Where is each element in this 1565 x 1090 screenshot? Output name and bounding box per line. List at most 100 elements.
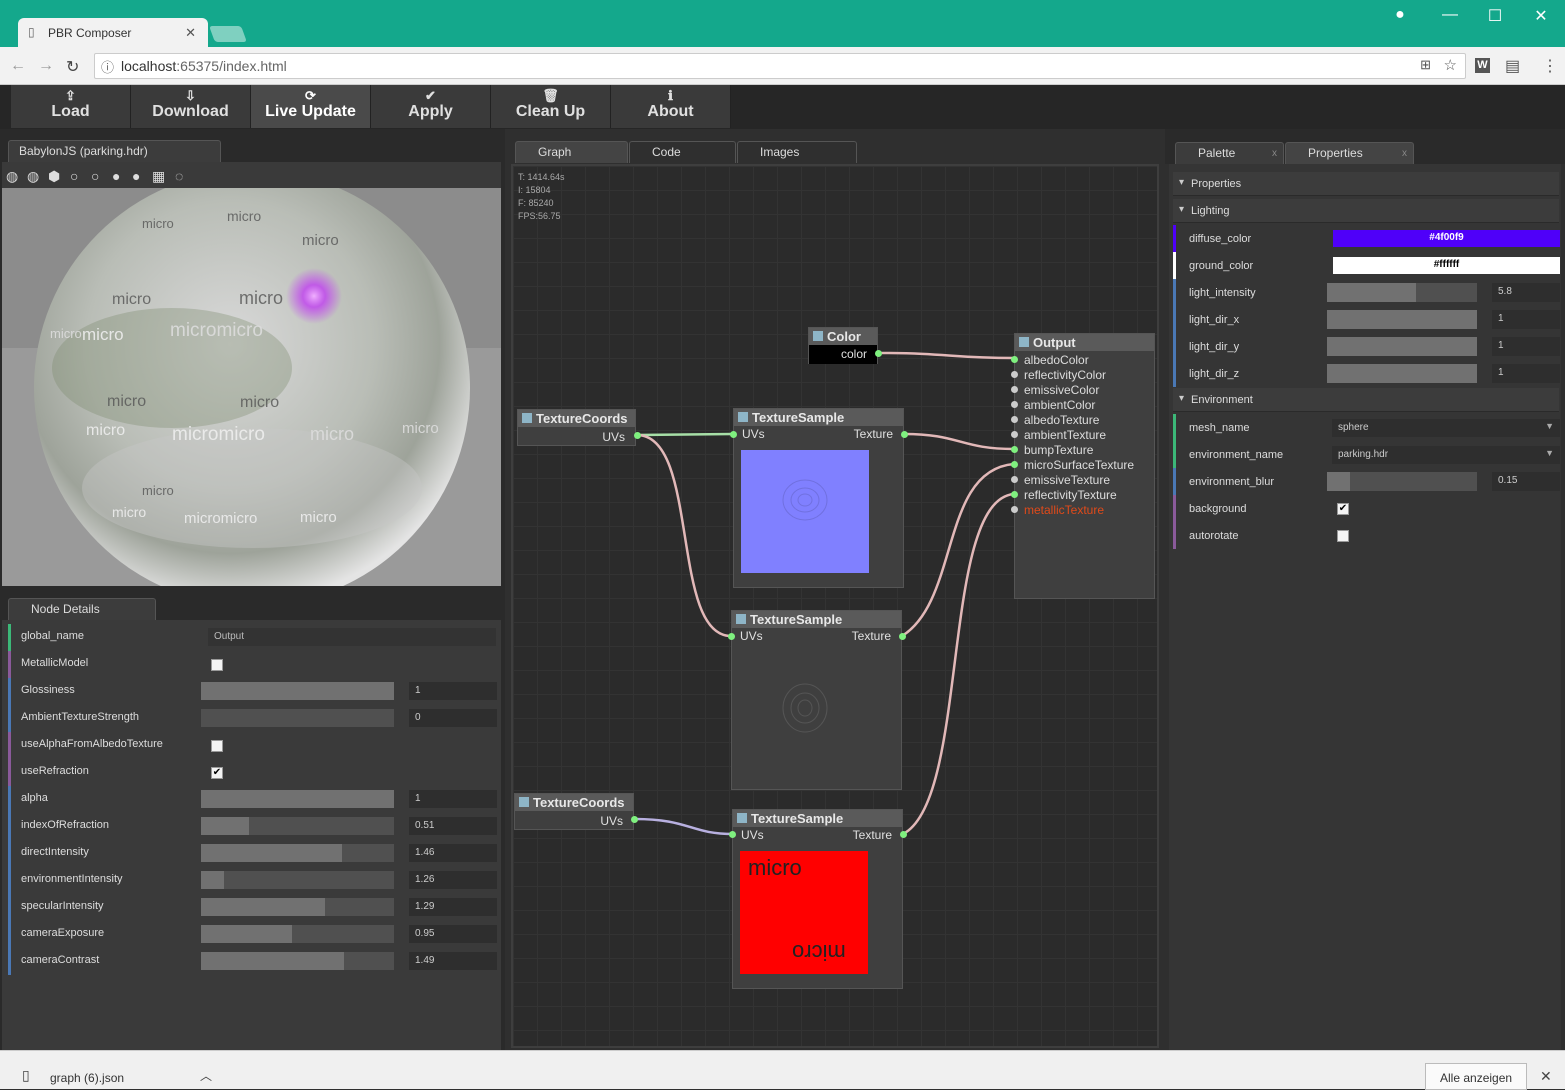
uvs-output-port[interactable]	[631, 816, 638, 823]
slider-fill	[1327, 364, 1477, 383]
texture-port-label: Texture	[852, 828, 892, 842]
output-input-port[interactable]	[1011, 386, 1018, 393]
slider-fill	[1327, 472, 1350, 491]
connection-uvs-sample2	[636, 433, 732, 638]
color-node[interactable]: Color color	[808, 327, 878, 364]
prop-diffuse-color: diffuse_color #4f00f9	[1173, 225, 1560, 252]
tab-palette[interactable]: Palette x	[1175, 142, 1284, 164]
reflectivity-map-preview: micro micro	[740, 851, 868, 974]
texture-sample-node[interactable]: TextureSample UVs Texture	[731, 610, 902, 790]
prop-label: diffuse_color	[1189, 233, 1252, 245]
connection-uvs-sample1	[636, 432, 734, 437]
texture-output-port[interactable]	[899, 633, 906, 640]
uvs-port-label: UVs	[600, 814, 623, 828]
texture-coords-title: TextureCoords	[515, 794, 633, 811]
roughness-map-preview	[739, 652, 867, 775]
output-port-label: albedoTexture	[1024, 413, 1100, 427]
texture-text-flipped: micro	[792, 940, 846, 965]
section-lighting[interactable]: Lighting	[1173, 199, 1559, 223]
prop-environment-blur: environment_blur 0.15	[1173, 468, 1560, 495]
slider-fill	[1327, 283, 1416, 302]
prop-label: ground_color	[1189, 260, 1254, 272]
light-dir-z-input[interactable]: 1	[1492, 364, 1560, 383]
prop-label: environment_name	[1189, 449, 1284, 461]
light-dir-x-slider[interactable]	[1327, 310, 1477, 329]
connection-sample3-reflectivity	[902, 492, 1015, 836]
texture-output-port[interactable]	[901, 431, 908, 438]
connection-uvs-sample3	[633, 817, 734, 836]
output-input-port[interactable]	[1011, 506, 1018, 513]
output-port-label: bumpTexture	[1024, 443, 1094, 457]
tab-properties-label: Properties	[1308, 146, 1363, 160]
texture-coords-node[interactable]: TextureCoords UVs	[514, 793, 634, 830]
prop-ground-color: ground_color #ffffff	[1173, 252, 1560, 279]
prop-background: background ✔	[1173, 495, 1559, 522]
output-input-port[interactable]	[1011, 491, 1018, 498]
output-input-port[interactable]	[1011, 461, 1018, 468]
output-port-label: reflectivityTexture	[1024, 488, 1117, 502]
output-input-port[interactable]	[1011, 416, 1018, 423]
autorotate-checkbox[interactable]	[1337, 530, 1349, 542]
texture-sample-title: TextureSample	[732, 611, 901, 628]
output-port-label: metallicTexture	[1024, 503, 1105, 517]
texture-sample-node[interactable]: TextureSample UVs Texture micro micro	[732, 809, 903, 989]
download-item-name[interactable]: graph (6).json	[50, 1071, 124, 1085]
light-dir-y-slider[interactable]	[1327, 337, 1477, 356]
chevron-up-icon[interactable]: ︿	[200, 1067, 212, 1084]
output-port-label: emissiveColor	[1024, 383, 1100, 397]
texture-sample-node[interactable]: TextureSample UVs Texture	[733, 408, 904, 588]
color-output-port[interactable]	[875, 350, 882, 357]
light-dir-x-input[interactable]: 1	[1492, 310, 1560, 329]
uvs-port-label: UVs	[602, 430, 625, 444]
uvs-input-port[interactable]	[729, 831, 736, 838]
light-dir-y-input[interactable]: 1	[1492, 337, 1560, 356]
uvs-input-port[interactable]	[728, 633, 735, 640]
close-palette-icon[interactable]: x	[1272, 148, 1277, 159]
uvs-input-port[interactable]	[730, 431, 737, 438]
mesh-name-select[interactable]: sphere	[1332, 419, 1560, 437]
output-port-label: albedoColor	[1024, 353, 1089, 367]
prop-mesh-name: mesh_name sphere	[1173, 414, 1560, 441]
output-input-port[interactable]	[1011, 356, 1018, 363]
prop-autorotate: autorotate	[1173, 522, 1559, 549]
prop-light-dir-z: light_dir_z 1	[1173, 360, 1560, 387]
prop-label: background	[1189, 503, 1247, 515]
tab-palette-label: Palette	[1198, 146, 1236, 160]
diffuse-color-picker[interactable]: #4f00f9	[1333, 230, 1560, 247]
prop-light-dir-x: light_dir_x 1	[1173, 306, 1560, 333]
color-node-title: Color	[809, 328, 877, 345]
output-input-port[interactable]	[1011, 446, 1018, 453]
background-checkbox[interactable]: ✔	[1337, 503, 1349, 515]
section-environment[interactable]: Environment	[1173, 388, 1559, 412]
environment-name-select[interactable]: parking.hdr	[1332, 446, 1560, 464]
texture-text: micro	[748, 855, 802, 880]
close-properties-icon[interactable]: x	[1402, 148, 1407, 159]
file-icon: ▯	[22, 1067, 30, 1083]
prop-label: autorotate	[1189, 530, 1239, 542]
light-intensity-slider[interactable]	[1327, 283, 1477, 302]
light-dir-z-slider[interactable]	[1327, 364, 1477, 383]
tab-properties[interactable]: Properties x	[1285, 142, 1414, 164]
texture-coords-node[interactable]: TextureCoords UVs	[517, 409, 636, 446]
close-download-bar-icon[interactable]: ✕	[1540, 1068, 1552, 1085]
show-all-button[interactable]: Alle anzeigen	[1425, 1063, 1527, 1090]
prop-label: environment_blur	[1189, 476, 1274, 488]
output-input-port[interactable]	[1011, 476, 1018, 483]
output-input-port[interactable]	[1011, 401, 1018, 408]
texture-sample-title: TextureSample	[734, 409, 903, 426]
environment-blur-input[interactable]: 0.15	[1492, 472, 1560, 491]
ground-color-picker[interactable]: #ffffff	[1333, 257, 1560, 274]
uvs-port-label: UVs	[741, 828, 764, 842]
texture-port-label: Texture	[851, 629, 891, 643]
light-intensity-input[interactable]: 5.8	[1492, 283, 1560, 302]
section-properties[interactable]: Properties	[1173, 172, 1559, 196]
download-bar: ▯ graph (6).json ︿ Alle anzeigen ✕	[0, 1050, 1565, 1090]
output-input-port[interactable]	[1011, 371, 1018, 378]
uvs-port-label: UVs	[742, 427, 765, 441]
prop-label: light_dir_z	[1189, 368, 1240, 380]
prop-label: mesh_name	[1189, 422, 1250, 434]
output-input-port[interactable]	[1011, 431, 1018, 438]
texture-output-port[interactable]	[900, 831, 907, 838]
uvs-output-port[interactable]	[634, 432, 641, 439]
environment-blur-slider[interactable]	[1327, 472, 1477, 491]
